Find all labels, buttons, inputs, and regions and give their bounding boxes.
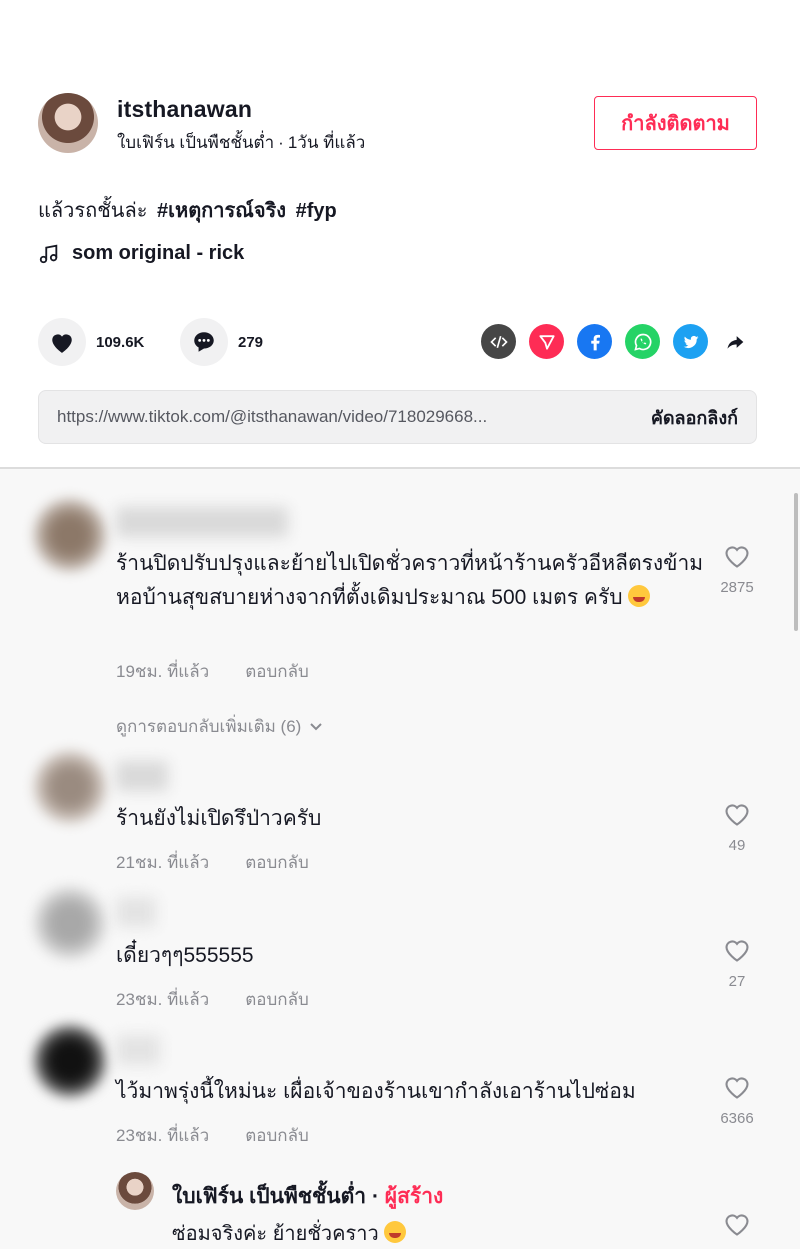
facebook-icon (590, 334, 600, 350)
comment-meta: 21ชม. ที่แล้ว ตอบกลับ (116, 849, 309, 876)
comment-meta: 23ชม. ที่แล้ว ตอบกลับ (116, 1122, 309, 1149)
creator-name: ใบเฟิร์น เป็นพืชชั้นต่ำ (172, 1185, 367, 1208)
comment-action[interactable]: 279 (180, 318, 263, 366)
creator-reply-avatar[interactable] (116, 1172, 154, 1210)
heart-outline-icon (725, 1077, 749, 1099)
twitter-share-button[interactable] (673, 324, 708, 359)
whatsapp-share-button[interactable] (625, 324, 660, 359)
reply-button[interactable]: ตอบกลับ (245, 658, 309, 685)
hashtag-link[interactable]: #fyp (296, 200, 337, 222)
comment-text: ไว้มาพรุ่งนี้ใหม่นะ เผื่อเจ้าของร้านเขาก… (116, 1080, 636, 1103)
scrollbar[interactable] (794, 493, 798, 631)
heart-outline-icon (725, 804, 749, 826)
comment-list: ร้านปิดปรับปรุงและย้ายไปเปิดชั่วคราวที่ห… (0, 469, 800, 1249)
commenter-avatar[interactable] (34, 499, 106, 571)
like-button[interactable] (38, 318, 86, 366)
comment-time: 23ชม. ที่แล้ว (116, 1126, 210, 1145)
comment-text: ร้านปิดปรับปรุงและย้ายไปเปิดชั่วคราวที่ห… (116, 547, 706, 615)
facebook-share-button[interactable] (577, 324, 612, 359)
separator: · (278, 133, 284, 152)
comment-text-body: ร้านปิดปรับปรุงและย้ายไปเปิดชั่วคราวที่ห… (116, 552, 704, 609)
comment-like-count: 6366 (720, 1110, 754, 1127)
commenter-name-blurred[interactable] (116, 507, 288, 537)
music-title: som original - rick (72, 242, 245, 264)
copy-link-button[interactable]: คัดลอกลิงก์ (651, 403, 738, 432)
send-to-friends-icon (538, 334, 555, 350)
commenter-avatar[interactable] (34, 887, 106, 959)
comment-like[interactable] (707, 1211, 767, 1237)
embed-icon (489, 335, 508, 348)
heart-outline-icon (725, 940, 749, 962)
copy-link-box: https://www.tiktok.com/@itsthanawan/vide… (38, 390, 757, 444)
reply-button[interactable]: ตอบกลับ (245, 986, 309, 1013)
comment-like[interactable]: 49 (707, 801, 767, 854)
video-url[interactable]: https://www.tiktok.com/@itsthanawan/vide… (57, 407, 623, 427)
view-more-replies-label: ดูการตอบกลับเพิ่มเติม (6) (116, 717, 302, 736)
reply-button[interactable]: ตอบกลับ (245, 1122, 309, 1149)
hashtag-link[interactable]: #เหตุการณ์จริง (157, 200, 286, 222)
caption-text: แล้วรถชั้นล่ะ (38, 200, 148, 222)
like-count: 109.6K (96, 333, 145, 351)
comment-text: เดี๋ยวๆๆ555555 (116, 944, 254, 967)
comment-like[interactable]: 2875 (707, 543, 767, 596)
post-time: 1วัน ที่แล้ว (287, 133, 366, 152)
commenter-name-blurred[interactable] (116, 1035, 160, 1065)
more-share-button[interactable] (721, 324, 749, 359)
video-caption: แล้วรถชั้นล่ะ #เหตุการณ์จริง #fyp (38, 194, 337, 226)
laughing-emoji (384, 1221, 407, 1243)
comment-meta: 23ชม. ที่แล้ว ตอบกลับ (116, 986, 309, 1013)
comment-like[interactable]: 6366 (707, 1074, 767, 1127)
comment-like-count: 27 (728, 973, 746, 990)
smiling-hearts-emoji (628, 585, 651, 607)
reply-text-body: ซ่อมจริงค่ะ ย้ายชั่วคราว (172, 1223, 379, 1245)
commenter-name-blurred[interactable] (116, 897, 156, 927)
view-more-replies-button[interactable]: ดูการตอบกลับเพิ่มเติม (6) (116, 713, 323, 740)
comment-button[interactable] (180, 318, 228, 366)
author-subtitle: ใบเฟิร์น เป็นพืชชั้นต่ำ · 1วัน ที่แล้ว (117, 129, 365, 156)
reply-button[interactable]: ตอบกลับ (245, 849, 309, 876)
author-avatar[interactable] (38, 93, 98, 153)
creator-reply-text: ซ่อมจริงค่ะ ย้ายชั่วคราว (172, 1217, 407, 1249)
comment-time: 21ชม. ที่แล้ว (116, 853, 210, 872)
commenter-avatar[interactable] (34, 1025, 106, 1097)
like-action[interactable]: 109.6K (38, 318, 144, 366)
embed-button[interactable] (481, 324, 516, 359)
comment-like-count: 2875 (720, 579, 754, 596)
twitter-icon (683, 335, 698, 348)
commenter-avatar[interactable] (34, 751, 106, 823)
heart-outline-icon (725, 546, 749, 568)
heart-outline-icon (725, 1214, 749, 1236)
whatsapp-icon (633, 333, 651, 351)
comment-time: 19ชม. ที่แล้ว (116, 662, 210, 681)
send-to-friends-button[interactable] (529, 324, 564, 359)
video-info-panel: itsthanawan ใบเฟิร์น เป็นพืชชั้นต่ำ · 1วัน… (0, 0, 800, 468)
author-nickname: ใบเฟิร์น เป็นพืชชั้นต่ำ (117, 133, 275, 152)
heart-icon (52, 334, 72, 353)
following-button[interactable]: กำลังติดตาม (594, 96, 757, 150)
comment-like-count: 49 (728, 837, 746, 854)
comment-time: 23ชม. ที่แล้ว (116, 990, 210, 1009)
chevron-down-icon (310, 722, 323, 730)
creator-reply-author[interactable]: ใบเฟิร์น เป็นพืชชั้นต่ำ · ผู้สร้าง (172, 1180, 443, 1213)
author-username[interactable]: itsthanawan (117, 96, 252, 123)
comment-text: ร้านยังไม่เปิดรึป่าวครับ (116, 807, 322, 830)
share-buttons (481, 324, 749, 359)
music-link[interactable]: som original - rick (38, 242, 244, 265)
commenter-name-blurred[interactable] (116, 761, 168, 791)
music-note-icon (39, 244, 58, 263)
comment-like[interactable]: 27 (707, 937, 767, 990)
creator-badge: ผู้สร้าง (384, 1185, 444, 1208)
separator: · (371, 1185, 379, 1208)
share-arrow-icon (727, 335, 744, 349)
comment-count: 279 (238, 333, 264, 351)
comment-icon (194, 332, 214, 352)
comment-meta: 19ชม. ที่แล้ว ตอบกลับ (116, 658, 309, 685)
